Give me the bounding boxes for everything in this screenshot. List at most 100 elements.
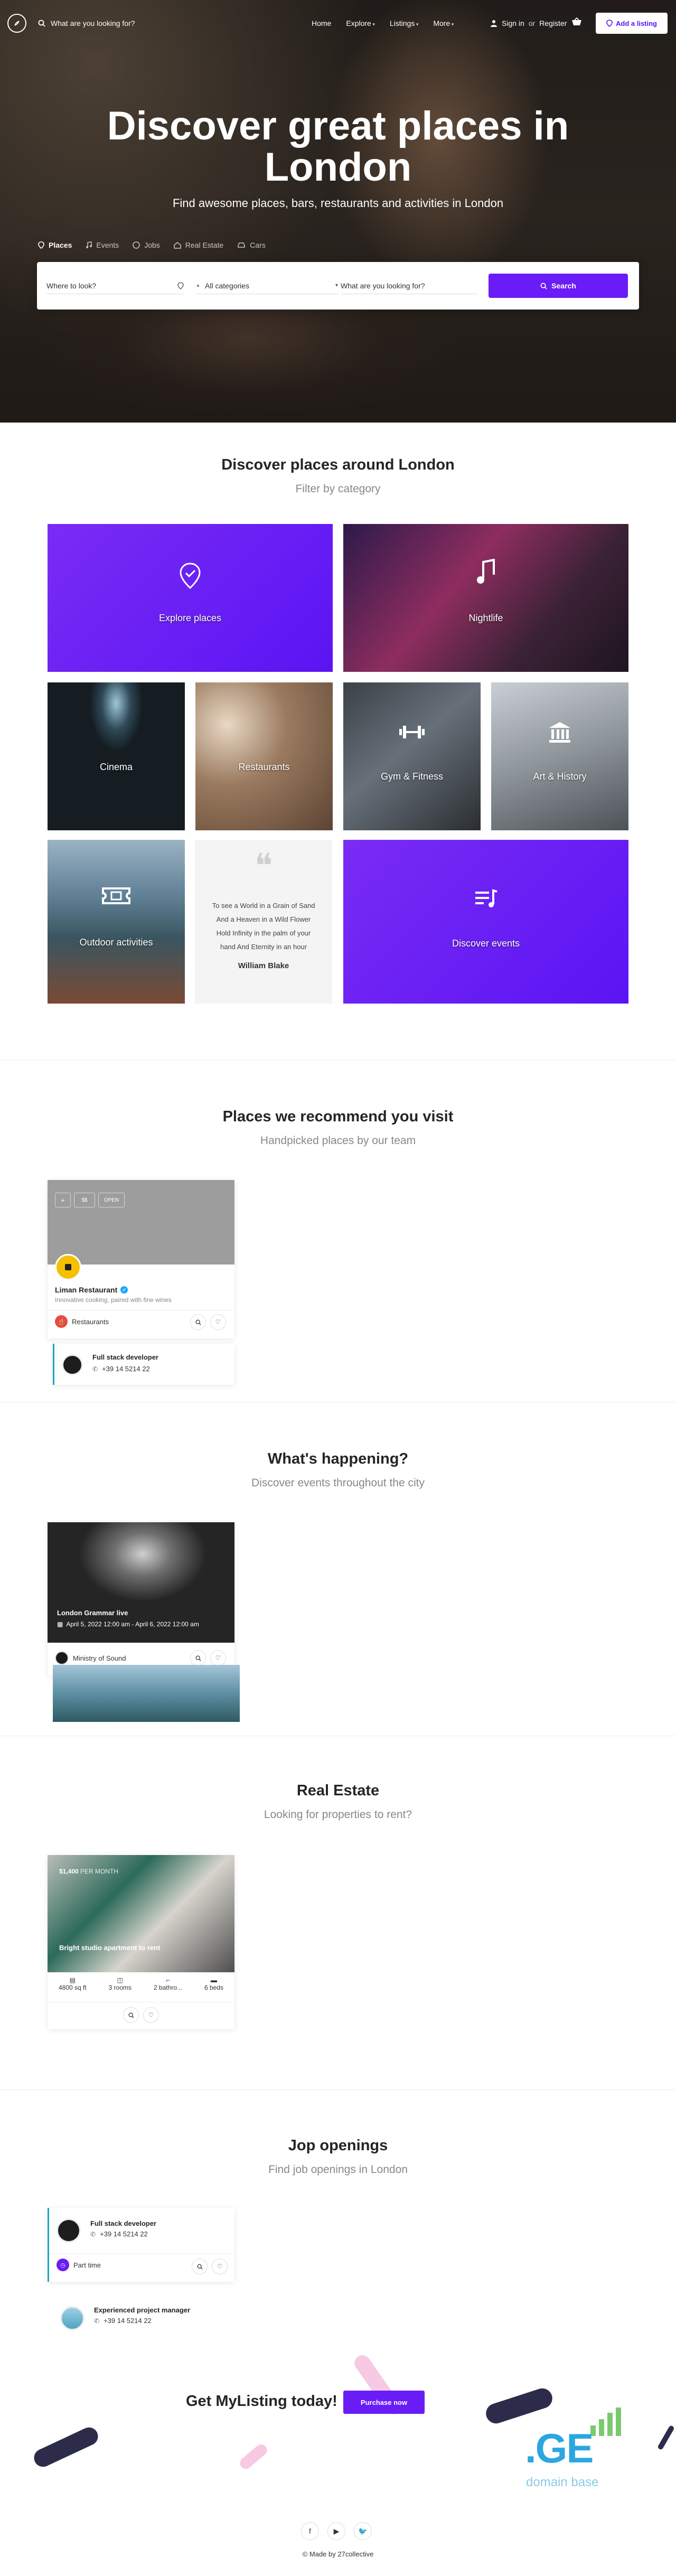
listing-name[interactable]: Liman Restaurant [55, 1286, 117, 1294]
bookmark-heart-icon[interactable]: ♡ [210, 1650, 226, 1666]
quick-view-icon[interactable] [192, 2259, 208, 2274]
event-venue[interactable]: Ministry of Sound [55, 1651, 126, 1665]
location-pin-icon [606, 20, 613, 27]
job-title[interactable]: Full stack developer [90, 2219, 156, 2227]
tile-discover-events-label: Discover events [452, 938, 520, 949]
tile-gym-fitness-label: Gym & Fitness [380, 771, 444, 782]
job-phone: +39 14 5214 22 [104, 2317, 152, 2325]
job-type[interactable]: ◷ Part time [57, 2259, 101, 2271]
music-note-icon [477, 559, 495, 584]
music-icon [86, 241, 92, 248]
event-card[interactable]: London Grammar live ▦ April 5, 2022 12:0… [48, 1522, 234, 1675]
category-select[interactable]: All categories ▾ [195, 277, 338, 294]
header-search[interactable]: What are you looking for? [38, 19, 135, 27]
listing-category[interactable]: 🍴 Restaurants [55, 1315, 109, 1328]
property-price: $1,400 [59, 1868, 79, 1875]
tile-art-history-label: Art & History [533, 771, 587, 782]
listing-logo [55, 1254, 81, 1280]
quick-view-icon[interactable] [123, 2007, 139, 2023]
search-icon [540, 283, 547, 289]
tab-events[interactable]: Events [86, 241, 119, 249]
signin-link[interactable]: Sign in [502, 19, 524, 27]
hero-banner [0, 0, 676, 423]
tile-outdoor-activities[interactable]: Outdoor activities [48, 840, 185, 1004]
menu-more[interactable]: More [433, 19, 454, 27]
hero-content: Discover great places in London Find awe… [0, 106, 676, 210]
bookmark-heart-icon[interactable]: ♡ [212, 2259, 228, 2274]
domain-watermark: .GE domain base [525, 2406, 631, 2491]
quote-text: To see a World in a Grain of Sand And a … [212, 902, 315, 951]
job-card[interactable]: Full stack developer ✆ +39 14 5214 22 ◷ … [48, 2208, 236, 2282]
cart-icon[interactable] [571, 17, 582, 30]
menu-home[interactable]: Home [312, 19, 331, 27]
tab-jobs[interactable]: Jobs [133, 241, 160, 249]
footer-copyright: © Made by 27collective [302, 2550, 374, 2558]
bookmark-heart-icon[interactable]: ♡ [210, 1314, 226, 1330]
property-card[interactable]: $1,400 PER MONTH Bright studio apartment… [48, 1855, 234, 2029]
where-input[interactable]: Where to look? [46, 277, 184, 294]
plus-icon[interactable]: + [55, 1193, 71, 1207]
quote-card: ❝ To see a World in a Grain of Sand And … [195, 840, 332, 1004]
tile-explore-places[interactable]: Explore places [48, 524, 333, 672]
tile-gym-fitness[interactable]: Gym & Fitness [343, 682, 481, 830]
tab-cars[interactable]: Cars [237, 241, 266, 249]
youtube-icon[interactable]: ▶ [327, 2522, 345, 2540]
search-button[interactable]: Search [489, 274, 628, 298]
signin-register[interactable]: Sign in or Register [490, 19, 567, 27]
add-listing-button[interactable]: Add a listing [596, 13, 668, 34]
where-input-placeholder: Where to look? [46, 281, 97, 290]
area-icon: ▤ [69, 1977, 76, 1984]
tile-nightlife[interactable]: Nightlife [343, 524, 628, 672]
job-card-2[interactable]: Experienced project manager ✆ +39 14 521… [53, 2298, 240, 2340]
museum-icon [549, 722, 570, 743]
quick-view-icon[interactable] [190, 1314, 206, 1330]
tile-cinema[interactable]: Cinema [48, 682, 185, 830]
twitter-icon[interactable]: 🐦 [354, 2522, 372, 2540]
facebook-icon[interactable]: f [301, 2522, 319, 2540]
events-title: What's happening? [267, 1450, 409, 1467]
decor-shape [31, 2424, 101, 2470]
property-bathrooms: ⌐ 2 bathro... [154, 1977, 182, 1991]
linked-job-card[interactable]: Full stack developer ✆ +39 14 5214 22 [53, 1344, 234, 1385]
property-name: Bright studio apartment to rent [59, 1944, 161, 1952]
rooms-icon: ◫ [117, 1977, 123, 1984]
top-navbar: What are you looking for? Home Explore L… [0, 0, 676, 46]
bookmark-heart-icon[interactable]: ♡ [143, 2007, 159, 2023]
add-listing-label: Add a listing [616, 19, 657, 27]
tile-art-history[interactable]: Art & History [491, 682, 628, 830]
tile-restaurants[interactable]: Restaurants [195, 682, 333, 830]
property-beds-label: 6 beds [204, 1984, 223, 1991]
job-title: Experienced project manager [94, 2306, 191, 2314]
tab-real-estate[interactable]: Real Estate [174, 241, 223, 249]
home-icon [174, 242, 181, 249]
compass-logo-icon[interactable] [7, 14, 26, 33]
menu-listings[interactable]: Listings [390, 19, 419, 27]
listing-card[interactable]: + $$ OPEN Liman Restaurant ✓ Innovative … [48, 1180, 234, 1338]
hero-search-form: Where to look? All categories ▾ What are… [37, 262, 639, 310]
tab-real-estate-label: Real Estate [185, 241, 224, 249]
job-avatar [60, 2306, 84, 2330]
tab-places[interactable]: Places [38, 241, 72, 249]
menu-explore[interactable]: Explore [346, 19, 375, 27]
briefcase-icon [133, 241, 140, 249]
card-separator [49, 2253, 236, 2254]
phone-icon: ✆ [92, 1365, 98, 1373]
job-avatar [62, 1354, 83, 1375]
purchase-button[interactable]: Purchase now [343, 2391, 425, 2414]
tile-discover-events[interactable]: Discover events [343, 840, 628, 1004]
event-venue-label: Ministry of Sound [73, 1654, 126, 1662]
verified-icon: ✓ [120, 1286, 128, 1294]
bed-icon: ▬ [210, 1977, 217, 1984]
main-menu: Home Explore Listings More [312, 19, 454, 27]
quick-view-icon[interactable] [190, 1650, 206, 1666]
restaurant-category-icon: 🍴 [55, 1315, 68, 1328]
what-input[interactable]: What are you looking for? [341, 277, 478, 294]
playlist-icon [475, 889, 497, 907]
register-link[interactable]: Register [539, 19, 567, 27]
listing-category-label: Restaurants [72, 1317, 109, 1326]
cta-section: Get MyListing today! Purchase now .GE do… [0, 2345, 676, 2504]
car-icon [238, 242, 245, 248]
job-type-label: Part time [73, 2261, 101, 2269]
search-type-tabs: Places Events Jobs Real Estate Cars [38, 241, 266, 249]
bar-chart-logo-icon [590, 2408, 621, 2436]
